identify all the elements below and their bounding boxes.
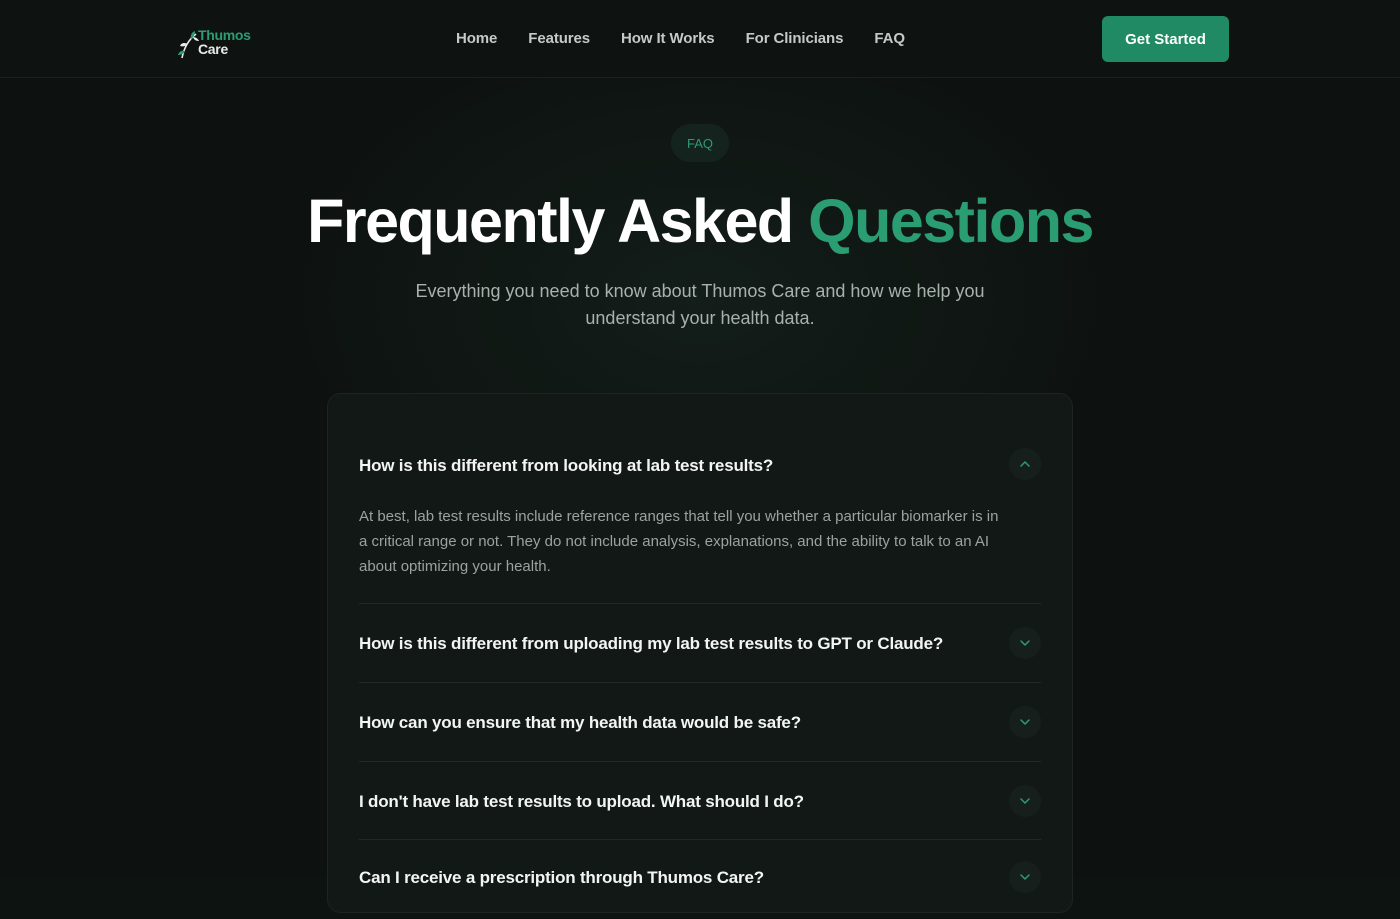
page-title-main: Frequently Asked	[307, 187, 809, 255]
faq-answer: At best, lab test results include refere…	[359, 508, 999, 575]
faq-item-2: How is this different from uploading my …	[359, 604, 1041, 683]
faq-accordion: How is this different from looking at la…	[327, 393, 1073, 913]
faq-question[interactable]: Can I receive a prescription through Thu…	[359, 868, 764, 888]
top-navbar: Thumos Care Home Features How It Works F…	[0, 0, 1400, 78]
faq-question[interactable]: How is this different from uploading my …	[359, 634, 943, 654]
brand-name-line1: Thumos	[198, 27, 251, 43]
nav-link-for-clinicians[interactable]: For Clinicians	[746, 30, 844, 47]
page-subtitle: Everything you need to know about Thumos…	[415, 281, 985, 328]
brand-name: Thumos Care	[198, 28, 251, 56]
chevron-down-icon[interactable]	[1009, 706, 1041, 738]
brand-name-line2: Care	[198, 41, 228, 57]
nav-link-how-it-works[interactable]: How It Works	[621, 30, 715, 47]
nav-links: Home Features How It Works For Clinician…	[456, 30, 905, 47]
section-pill: FAQ	[671, 124, 729, 162]
faq-item-3: How can you ensure that my health data w…	[359, 683, 1041, 762]
faq-question[interactable]: How can you ensure that my health data w…	[359, 713, 801, 733]
faq-item-5: Can I receive a prescription through Thu…	[359, 840, 1041, 919]
get-started-button[interactable]: Get Started	[1102, 16, 1229, 62]
faq-item-1: How is this different from looking at la…	[359, 394, 1041, 604]
brand-logo[interactable]: Thumos Care	[178, 25, 268, 59]
chevron-down-icon[interactable]	[1009, 785, 1041, 817]
faq-question[interactable]: How is this different from looking at la…	[359, 456, 773, 476]
nav-link-faq[interactable]: FAQ	[874, 30, 905, 47]
page-title-accent: Questions	[808, 187, 1094, 255]
page-title: Frequently Asked Questions	[0, 186, 1400, 256]
leaf-logo-icon	[178, 31, 199, 59]
nav-link-features[interactable]: Features	[528, 30, 590, 47]
nav-link-home[interactable]: Home	[456, 30, 497, 47]
chevron-down-icon[interactable]	[1009, 627, 1041, 659]
faq-item-4: I don't have lab test results to upload.…	[359, 762, 1041, 840]
chevron-down-icon[interactable]	[1009, 861, 1041, 893]
chevron-up-icon[interactable]	[1009, 448, 1041, 480]
faq-question[interactable]: I don't have lab test results to upload.…	[359, 792, 804, 812]
